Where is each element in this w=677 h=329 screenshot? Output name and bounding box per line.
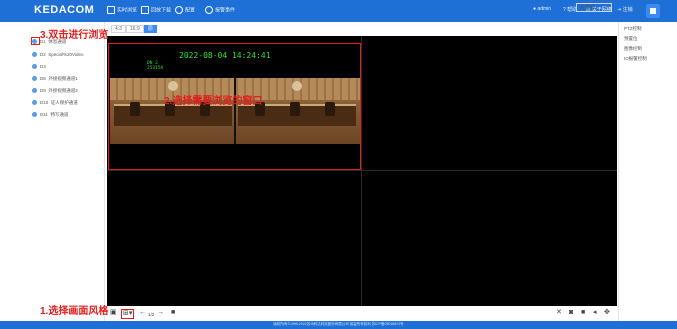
nav-live-view[interactable]: 实时浏览: [107, 6, 137, 14]
monitor-icon: [107, 6, 115, 14]
chair: [325, 102, 335, 116]
device-item[interactable]: D2 Special%20Video: [32, 52, 83, 58]
video-grid: 2022-08-04 14:24:41 DN 2 25315A: [107, 36, 617, 306]
camera-icon: [32, 112, 37, 118]
nav-alarm-events[interactable]: 报警事件: [205, 6, 235, 14]
osd-timestamp: 2022-08-04 14:24:41: [179, 51, 271, 60]
stream-select[interactable]: 可变时 ⌄: [576, 3, 612, 12]
next-icon[interactable]: →: [157, 309, 164, 317]
user-menu[interactable]: ● admin: [533, 6, 551, 12]
aspect-original-tab[interactable]: 原: [144, 25, 158, 33]
view-toolbar: 4:3 16:9 原: [107, 22, 617, 36]
courtroom-video-frame: [110, 78, 360, 144]
tools-icon: [175, 6, 183, 14]
annotation-step-3: 3.双击进行浏览: [40, 30, 109, 41]
ptz-control-item[interactable]: PTZ控制: [624, 26, 642, 32]
close-all-icon[interactable]: ▣: [110, 309, 117, 317]
aspect-16-9-tab[interactable]: 16:9: [126, 25, 144, 33]
device-item[interactable]: D8 外接视频通道1: [32, 76, 78, 82]
capture-icon[interactable]: ◙: [569, 309, 573, 317]
playback-icon: [141, 6, 149, 14]
device-list-sidebar: D1 休息通道 D2 Special%20Video D3 D8 外接视频通道1…: [0, 22, 105, 321]
prev-icon[interactable]: ←: [139, 309, 146, 317]
layout-icon[interactable]: ⊞▾: [121, 309, 135, 319]
io-alarm-item[interactable]: IO报警控制: [624, 56, 647, 62]
chevron-down-icon: ⌄: [603, 5, 608, 11]
device-item[interactable]: D3: [32, 64, 46, 70]
osd-channel-info: DN 2 25315A: [147, 61, 164, 71]
frame-split: [234, 78, 236, 144]
page-indicator: 1/2: [148, 312, 155, 317]
playback-toolbar: ▣ ⊞▾ ← 1/2 → ■ ✕ ◙ ■ ◂ ✥: [107, 306, 617, 320]
camera-icon: [32, 76, 37, 82]
footer: 版权所有©1995-2022苏州科达科技股份有限公司 保留所有权利 苏ICP备0…: [0, 321, 677, 329]
annotation-step-1: 1.选择画面风格: [40, 306, 109, 317]
alarm-icon: [205, 6, 213, 14]
audio-icon[interactable]: ◂: [593, 309, 597, 317]
close-icon[interactable]: ✕: [556, 309, 562, 317]
court-emblem-icon: [292, 81, 302, 91]
logout-icon: ⇥: [617, 7, 622, 13]
stop-icon[interactable]: ■: [171, 309, 175, 317]
home-button[interactable]: [646, 4, 660, 18]
nav-config[interactable]: 配置: [175, 6, 195, 14]
chair: [290, 102, 300, 116]
nav-playback[interactable]: 回放下载: [141, 6, 171, 14]
aspect-4-3-tab[interactable]: 4:3: [111, 25, 126, 33]
device-item[interactable]: D10 证人保护通道: [32, 100, 78, 106]
logout-link[interactable]: ⇥ 注销: [617, 6, 633, 13]
preset-item[interactable]: 预置位: [624, 36, 638, 42]
user-icon: ●: [533, 6, 537, 12]
ptz-icon[interactable]: ✥: [604, 309, 610, 317]
annotation-highlight-device: [31, 37, 40, 45]
record-icon[interactable]: ■: [581, 309, 585, 317]
camera-icon: [32, 64, 37, 70]
device-item[interactable]: D11 特写通道: [32, 112, 68, 118]
video-pane-2[interactable]: [362, 36, 617, 170]
chair: [130, 102, 140, 116]
video-pane-4[interactable]: [362, 171, 617, 306]
video-pane-3[interactable]: [107, 171, 361, 306]
copyright-text: 版权所有©1995-2022苏州科达科技股份有限公司 保留所有权利 苏ICP备0…: [273, 322, 404, 326]
camera-icon: [32, 88, 37, 94]
control-panel: PTZ控制 预置位 图像控制 IO报警控制: [618, 22, 677, 321]
image-control-item[interactable]: 图像控制: [624, 46, 642, 52]
help-icon: ?: [563, 7, 566, 13]
device-item[interactable]: D9 外接视频通道2: [32, 88, 78, 94]
court-emblem-icon: [168, 81, 178, 91]
camera-icon: [32, 100, 37, 106]
kedacom-logo: KEDACOM: [34, 4, 95, 16]
camera-icon: [32, 52, 37, 58]
annotation-step-2: 2.选择需要浏览的窗口: [164, 96, 263, 107]
